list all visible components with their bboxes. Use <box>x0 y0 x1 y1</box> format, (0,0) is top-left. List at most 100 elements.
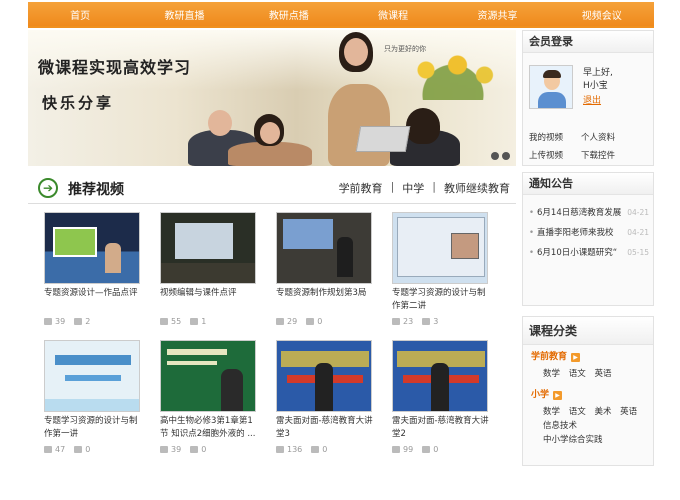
category-group-name[interactable]: 学前教育 <box>531 349 567 365</box>
comment-count: 0 <box>85 445 91 454</box>
notice-item[interactable]: • 直播李阳老师来我校 04-21 <box>529 223 649 243</box>
my-videos-link[interactable]: 我的视频 <box>529 129 581 147</box>
banner-dot[interactable] <box>502 152 510 160</box>
bullet-icon: • <box>529 208 535 218</box>
video-thumbnail[interactable] <box>276 212 372 284</box>
notice-item[interactable]: • 6月14日慈湾教育发展 04-21 <box>529 203 649 223</box>
video-title[interactable]: 专题资源设计—作品点评 <box>44 287 144 315</box>
category-item[interactable]: 语文 <box>569 367 586 381</box>
comment-count: 1 <box>201 317 207 326</box>
views-icon <box>44 446 52 453</box>
nav-resource-share[interactable]: 资源共享 <box>445 7 549 22</box>
video-stats: 55 1 <box>160 317 261 326</box>
comment-count: 0 <box>201 445 207 454</box>
video-card[interactable]: 视频编辑与课件点评 55 1 <box>146 212 261 326</box>
notice-date: 04-21 <box>627 228 649 237</box>
comment-icon <box>74 318 83 325</box>
nav-underline <box>28 26 654 28</box>
logout-link[interactable]: 退出 <box>583 93 601 106</box>
category-item[interactable]: 信息技术 <box>543 419 577 433</box>
nav-live[interactable]: 教研直播 <box>132 7 236 22</box>
recommended-header: ➔ 推荐视频 学前教育 | 中学 | 教师继续教育 <box>28 174 516 204</box>
video-thumbnail[interactable] <box>392 212 488 284</box>
video-thumbnail[interactable] <box>160 212 256 284</box>
category-items: 数学 语文 美术 英语 信息技术 中小学综合实践 <box>531 405 645 447</box>
video-title[interactable]: 视频编辑与课件点评 <box>160 287 260 315</box>
hero-banner[interactable]: 微课程实现高效学习 快乐分享 只为更好的你 <box>28 30 516 166</box>
comment-icon <box>306 318 315 325</box>
video-stats: 23 3 <box>392 317 493 326</box>
avatar-hair <box>543 70 561 78</box>
video-title[interactable]: 专题资源制作规划第3局 <box>276 287 376 315</box>
link-teacher-education[interactable]: 教师继续教育 <box>444 180 510 196</box>
banner-tagline: 只为更好的你 <box>384 45 426 53</box>
category-group-title[interactable]: 学前教育 ▶ <box>531 349 645 365</box>
notice-text[interactable]: 6月14日慈湾教育发展 <box>537 208 621 218</box>
banner-dot[interactable] <box>491 152 499 160</box>
notice-date: 04-21 <box>627 208 649 217</box>
video-card[interactable]: 专题学习资源的设计与制作第一讲 47 0 <box>30 340 145 454</box>
nav-micro-course[interactable]: 微课程 <box>341 7 445 22</box>
category-group-name[interactable]: 小学 <box>531 387 549 403</box>
video-card[interactable]: 专题学习资源的设计与制作第二讲 23 3 <box>378 212 493 326</box>
video-card[interactable]: 专题资源设计—作品点评 39 2 <box>30 212 145 326</box>
link-preschool[interactable]: 学前教育 <box>339 180 383 196</box>
view-count: 39 <box>55 317 66 326</box>
view-count: 39 <box>171 445 182 454</box>
video-thumbnail[interactable] <box>44 212 140 284</box>
member-panel: 会员登录 早上好, H小宝 退出 我的视频 个人资料 上传视频 下载控件 <box>522 30 654 166</box>
avatar[interactable] <box>529 65 573 109</box>
category-group-title[interactable]: 小学 ▶ <box>531 387 645 403</box>
comment-icon <box>190 446 199 453</box>
category-group: 小学 ▶ 数学 语文 美术 英语 信息技术 中小学综合实践 <box>523 381 653 447</box>
video-card[interactable]: 雷夫面对面-慈湾教育大讲堂2 99 0 <box>378 340 493 454</box>
category-item[interactable]: 数学 <box>543 367 560 381</box>
comment-icon <box>311 446 320 453</box>
comment-icon <box>422 446 431 453</box>
video-title[interactable]: 专题学习资源的设计与制作第一讲 <box>44 415 144 443</box>
sunflower-decoration <box>408 50 498 100</box>
video-title[interactable]: 专题学习资源的设计与制作第二讲 <box>392 287 492 315</box>
comment-count: 0 <box>322 445 328 454</box>
link-separator: | <box>432 180 436 193</box>
category-item[interactable]: 数学 <box>543 405 560 419</box>
category-item[interactable]: 中小学综合实践 <box>543 433 603 447</box>
category-item[interactable]: 美术 <box>594 405 611 419</box>
nav-home[interactable]: 首页 <box>28 7 132 22</box>
video-card[interactable]: 雷夫面对面-慈湾教育大讲堂3 136 0 <box>262 340 377 454</box>
bullet-icon: • <box>529 228 535 238</box>
video-title[interactable]: 雷夫面对面-慈湾教育大讲堂2 <box>392 415 492 443</box>
view-count: 136 <box>287 445 303 454</box>
play-icon: ▶ <box>571 352 581 362</box>
nav-ondemand[interactable]: 教研点播 <box>237 7 341 22</box>
views-icon <box>392 318 400 325</box>
upload-video-link[interactable]: 上传视频 <box>529 147 581 165</box>
video-title[interactable]: 雷夫面对面-慈湾教育大讲堂3 <box>276 415 376 443</box>
banner-person-right-hair <box>406 108 440 144</box>
video-thumbnail[interactable] <box>160 340 256 412</box>
category-item[interactable]: 英语 <box>620 405 637 419</box>
views-icon <box>160 318 168 325</box>
section-title: 推荐视频 <box>68 182 124 198</box>
category-item[interactable]: 英语 <box>594 367 611 381</box>
greeting: 早上好, H小宝 <box>583 67 613 93</box>
nav-video-meeting[interactable]: 视频会议 <box>550 7 654 22</box>
profile-link[interactable]: 个人资料 <box>581 129 641 147</box>
video-title[interactable]: 高中生物必修3第1章第1节 知识点2细胞外液的 ... <box>160 415 260 443</box>
video-stats: 39 2 <box>44 317 145 326</box>
video-card[interactable]: 专题资源制作规划第3局 29 0 <box>262 212 377 326</box>
video-stats: 99 0 <box>392 445 493 454</box>
video-thumbnail[interactable] <box>44 340 140 412</box>
notice-text[interactable]: 直播李阳老师来我校 <box>537 228 614 238</box>
notice-item[interactable]: • 6月10日小课题研究“ 05-15 <box>529 243 649 263</box>
link-middle-school[interactable]: 中学 <box>402 180 424 196</box>
video-card[interactable]: 高中生物必修3第1章第1节 知识点2细胞外液的 ... 39 0 <box>146 340 261 454</box>
notice-text[interactable]: 6月10日小课题研究“ <box>537 248 617 258</box>
view-count: 47 <box>55 445 66 454</box>
video-thumbnail[interactable] <box>392 340 488 412</box>
video-thumbnail[interactable] <box>276 340 372 412</box>
category-item[interactable]: 语文 <box>569 405 586 419</box>
download-plugin-link[interactable]: 下载控件 <box>581 147 641 165</box>
banner-person-man-head <box>208 110 232 136</box>
comment-icon <box>74 446 83 453</box>
